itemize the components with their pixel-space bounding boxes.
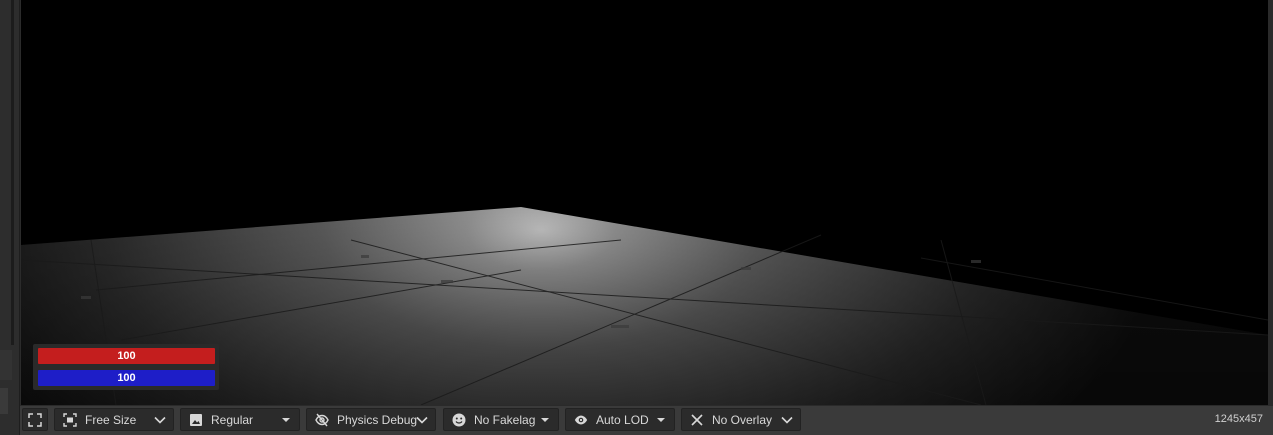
fakelag-dropdown[interactable]: No Fakelag xyxy=(443,408,559,431)
physics-debug-dropdown[interactable]: Physics Debug xyxy=(306,408,436,431)
size-dropdown[interactable]: Free Size xyxy=(54,408,174,431)
caret-down-icon xyxy=(279,413,293,427)
player-hud: 100 100 xyxy=(33,344,219,390)
fullscreen-button[interactable] xyxy=(22,408,48,431)
left-side-panel xyxy=(0,0,20,435)
eye-icon xyxy=(574,413,588,427)
smiley-icon xyxy=(452,413,466,427)
eye-off-icon xyxy=(315,413,329,427)
viewport-edge xyxy=(1268,0,1273,405)
lod-dropdown[interactable]: Auto LOD xyxy=(565,408,675,431)
chevron-down-icon xyxy=(153,413,167,427)
chevron-down-icon xyxy=(415,413,429,427)
panel-scrollbar[interactable] xyxy=(11,0,14,345)
viewport-toolbar: Free Size Regular Physics Debug No Fakel… xyxy=(20,405,1273,435)
render-mode-dropdown[interactable]: Regular xyxy=(180,408,300,431)
health-bar: 100 xyxy=(38,348,215,364)
panel-tab[interactable] xyxy=(0,388,8,414)
close-icon xyxy=(690,413,704,427)
chevron-down-icon xyxy=(780,413,794,427)
fullscreen-icon xyxy=(28,412,42,427)
armor-bar: 100 xyxy=(38,370,215,386)
panel-divider xyxy=(0,350,12,380)
overlay-dropdown[interactable]: No Overlay xyxy=(681,408,801,431)
caret-down-icon xyxy=(654,413,668,427)
caret-down-icon xyxy=(538,413,552,427)
resolution-readout: 1245x457 xyxy=(1214,413,1263,425)
aspect-icon xyxy=(63,412,77,427)
image-icon xyxy=(189,413,203,427)
